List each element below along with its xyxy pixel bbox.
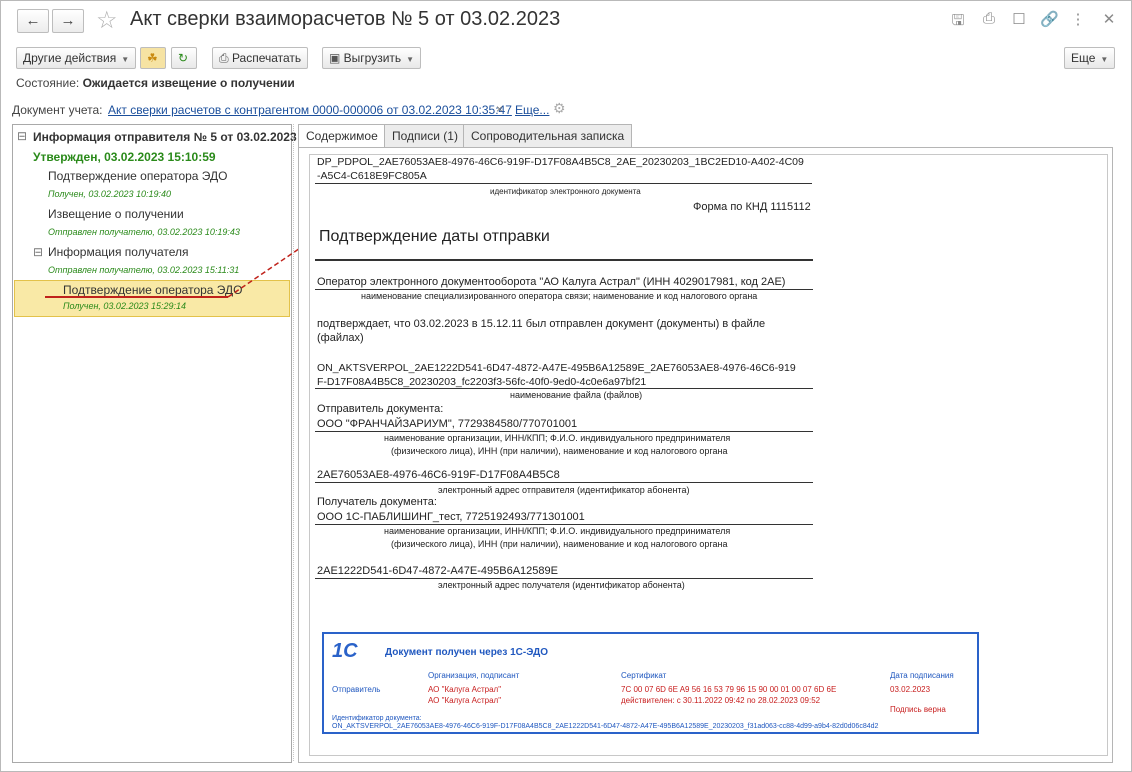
stamp-org-1: АО "Калуга Астрал"	[428, 685, 502, 694]
stamp-title: Документ получен через 1С-ЭДО	[385, 647, 548, 658]
org-caption-2: (физического лица), ИНН (при наличии), н…	[391, 446, 728, 456]
underline	[315, 183, 812, 184]
doc-heading: Подтверждение даты отправки	[319, 228, 550, 245]
sender-label: Отправитель документа:	[317, 403, 444, 415]
stamp-cert-1: 7C 00 07 6D 6E A9 56 16 53 79 96 15 90 0…	[621, 685, 837, 694]
sender-address: 2AE76053AE8-4976-46C6-919F-D17F08A4B5C8	[317, 469, 560, 481]
file-id-caption: идентификатор электронного документа	[490, 187, 641, 196]
stamp-row-label: Отправитель	[332, 685, 381, 694]
recipient-address-caption: электронный адрес получателя (идентифика…	[438, 580, 685, 590]
stamp-id-label: Идентификатор документа:	[332, 715, 422, 722]
stamp-col-date: Дата подписания	[890, 671, 954, 680]
file-id-line-2: -A5C4-C618E9FC805A	[317, 170, 427, 182]
stamp-date: 03.02.2023	[890, 685, 931, 694]
operator-line: Оператор электронного документооборота "…	[317, 276, 786, 288]
file-caption: наименование файла (файлов)	[510, 390, 643, 400]
tab-cover-note[interactable]: Сопроводительная записка	[463, 124, 633, 148]
stamp-id-value: ON_AKTSVERPOL_2AE76053AE8-4976-46C6-919F…	[332, 723, 879, 730]
1c-logo: 1С	[332, 640, 358, 662]
file-id-line-1: DP_PDPOL_2AE76053AE8-4976-46C6-919F-D17F…	[317, 156, 804, 168]
confirms-line-2: (файлах)	[317, 332, 364, 344]
sender-address-caption: электронный адрес отправителя (идентифик…	[438, 485, 690, 495]
org-caption-1: наименование организации, ИНН/КПП; Ф.И.О…	[384, 433, 731, 443]
file-name-line-1: ON_AKTSVERPOL_2AE1222D541-6D47-4872-A47E…	[317, 362, 796, 374]
stamp-cert-2: действителен: с 30.11.2022 09:42 по 28.0…	[621, 696, 821, 705]
org-caption-1: наименование организации, ИНН/КПП; Ф.И.О…	[384, 526, 731, 536]
tab-content[interactable]: Содержимое	[298, 124, 386, 149]
underline	[315, 578, 813, 579]
org-caption-2: (физического лица), ИНН (при наличии), н…	[391, 539, 728, 549]
stamp-org-2: АО "Калуга Астрал"	[428, 696, 502, 705]
file-name-line-2: F-D17F08A4B5C8_20230203_fc2203f3-56fc-40…	[317, 376, 647, 388]
underline	[315, 431, 813, 432]
underline	[315, 482, 813, 483]
recipient-label: Получатель документа:	[317, 496, 437, 508]
underline	[315, 388, 813, 389]
form-code: Форма по КНД 1115112	[693, 201, 811, 213]
underline	[315, 289, 813, 290]
underline	[315, 524, 813, 525]
stamp-col-org: Организация, подписант	[428, 671, 520, 680]
recipient-address: 2AE1222D541-6D47-4872-A47E-495B6A12589E	[317, 565, 558, 577]
operator-caption: наименование специализированного операто…	[361, 291, 758, 301]
stamp-sig-status: Подпись верна	[890, 705, 946, 714]
stamp-col-cert: Сертификат	[621, 671, 667, 680]
recipient-value: ООО 1С-ПАБЛИШИНГ_тест, 7725192493/771301…	[317, 511, 585, 523]
heading-rule	[315, 259, 813, 261]
tab-signatures[interactable]: Подписи (1)	[384, 124, 466, 148]
edo-stamp: 1С Документ получен через 1С-ЭДО Организ…	[322, 632, 979, 734]
confirms-line-1: подтверждает, что 03.02.2023 в 15.12.11 …	[317, 318, 766, 330]
sender-value: ООО "ФРАНЧАЙЗАРИУМ", 7729384580/77070100…	[317, 418, 578, 430]
